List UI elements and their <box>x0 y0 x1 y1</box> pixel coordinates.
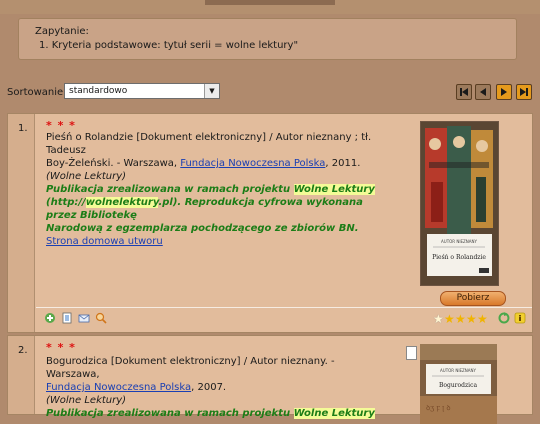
star-icon[interactable]: ★ <box>444 313 455 325</box>
book-cover[interactable]: AUTOR NIEZNANY Bogurodzica ꝺʒ ꝼ ꞁ ꝺ <box>420 344 497 424</box>
record-number-column: 1. <box>8 114 35 332</box>
recycle-icon[interactable] <box>498 312 510 324</box>
cover-title: Pieśń o Rolandzie <box>432 254 486 261</box>
sort-select[interactable]: standardowo ▼ <box>64 83 220 99</box>
note-source: Narodową z egzemplarza pochodzącego ze z… <box>46 223 359 234</box>
query-criteria: 1. Kryteria podstawowe: tytuł serii = wo… <box>39 40 299 51</box>
note-url-prefix: (http:// <box>46 197 86 208</box>
note-highlight: Wolne Lektury <box>293 408 375 419</box>
record-number: 1. <box>18 123 28 134</box>
mail-icon[interactable] <box>78 312 90 324</box>
next-page-button[interactable] <box>496 84 512 100</box>
book-cover[interactable]: AUTOR NIEZNANY Pieśń o Rolandzie <box>420 121 499 286</box>
record-description: Bogurodzica [Dokument elektroniczny] / A… <box>46 355 376 420</box>
publisher-link[interactable]: Fundacja Nowoczesna Polska <box>46 382 191 393</box>
first-page-button[interactable] <box>456 84 472 100</box>
record-series: (Wolne Lektury) <box>46 171 127 182</box>
top-strip <box>0 0 540 14</box>
star-icon[interactable]: ★ <box>455 313 466 325</box>
query-label: Zapytanie: <box>35 26 89 37</box>
note-highlight: Wolne Lektury <box>293 184 375 195</box>
record-series: (Wolne Lektury) <box>46 395 127 406</box>
prev-page-button[interactable] <box>475 84 491 100</box>
cover-artwork: AUTOR NIEZNANY Bogurodzica ꝺʒ ꝼ ꞁ ꝺ <box>420 344 497 424</box>
cover-artwork: AUTOR NIEZNANY Pieśń o Rolandzie <box>421 122 498 285</box>
prev-page-icon <box>480 88 486 96</box>
cover-texture-text: ꝺʒ ꝼ ꞁ ꝺ <box>426 404 451 412</box>
record-divider <box>36 307 532 308</box>
cover-title: Bogurodzica <box>439 382 477 389</box>
document-icon[interactable] <box>61 312 73 324</box>
top-bar <box>205 0 335 5</box>
cover-author: AUTOR NIEZNANY <box>441 239 477 244</box>
note-prefix: Publikacja zrealizowana w ramach projekt… <box>46 408 294 419</box>
record-title: Pieśń o Rolandzie [Dokument elektroniczn… <box>46 132 372 156</box>
record-number: 2. <box>18 345 28 356</box>
star-icon[interactable]: ★ <box>466 313 477 325</box>
chevron-down-icon[interactable]: ▼ <box>204 84 219 98</box>
record-year: , 2011. <box>325 158 361 169</box>
publisher-link[interactable]: Fundacja Nowoczesna Polska <box>180 158 325 169</box>
next-page-icon <box>501 88 507 96</box>
record-title: Bogurodzica [Dokument elektroniczny] / A… <box>46 356 335 380</box>
add-to-basket-icon[interactable] <box>44 312 56 324</box>
record-marker: * * * <box>46 341 76 354</box>
star-icon[interactable]: ★ <box>477 313 488 325</box>
star-icon[interactable]: ★ <box>433 313 444 325</box>
file-icon[interactable] <box>406 346 417 360</box>
info-icon[interactable] <box>514 312 526 324</box>
last-page-icon <box>520 88 528 96</box>
record-number-column: 2. <box>8 336 35 414</box>
note-prefix: Publikacja zrealizowana w ramach projekt… <box>46 184 294 195</box>
homepage-link[interactable]: Strona domowa utworu <box>46 236 163 247</box>
record-description: Pieśń o Rolandzie [Dokument elektroniczn… <box>46 131 376 248</box>
query-box: Zapytanie: 1. Kryteria podstawowe: tytuł… <box>18 18 517 60</box>
first-page-icon <box>460 88 468 96</box>
result-record: 1. * * * Pieśń o Rolandzie [Dokument ele… <box>7 113 533 333</box>
sort-label: Sortowanie: <box>7 87 67 98</box>
record-year: , 2007. <box>191 382 227 393</box>
last-page-button[interactable] <box>516 84 532 100</box>
note-url-highlight: wolnelektury <box>85 197 159 208</box>
result-record: 2. * * * Bogurodzica [Dokument elektroni… <box>7 335 533 424</box>
record-title-cont: Boy-Żeleński. - Warszawa, <box>46 158 181 169</box>
sort-selected-value: standardowo <box>69 86 128 96</box>
download-button[interactable]: Pobierz <box>440 291 506 306</box>
cover-author: AUTOR NIEZNANY <box>440 368 476 373</box>
magnifier-icon[interactable] <box>95 312 107 324</box>
